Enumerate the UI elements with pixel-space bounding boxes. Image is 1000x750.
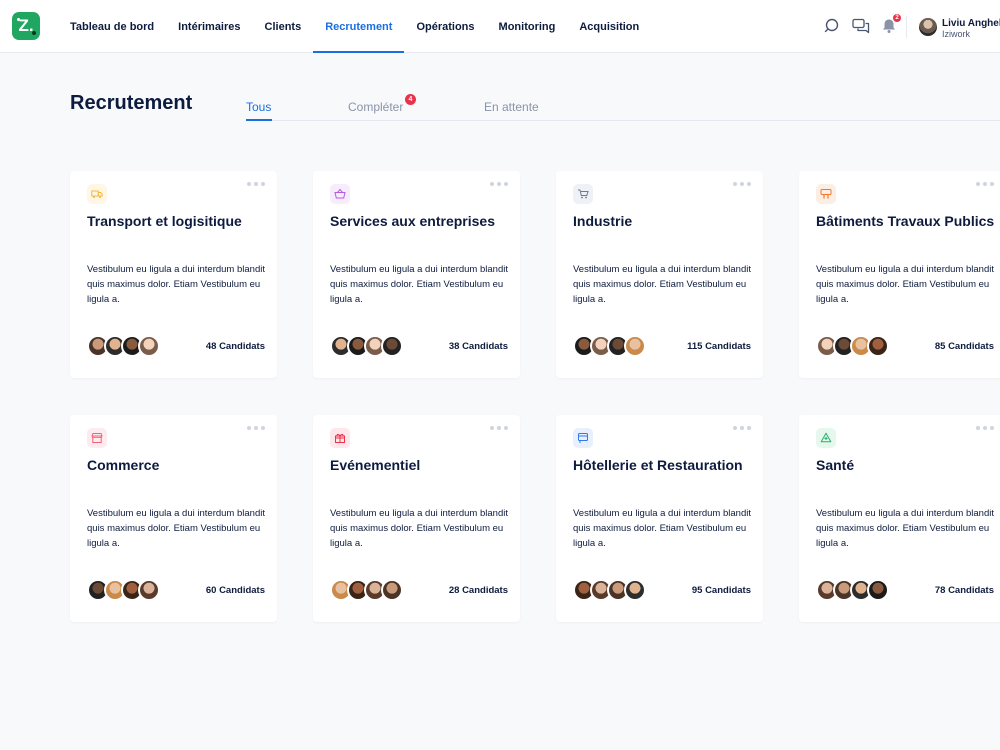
nav-item-label: Opérations: [416, 20, 475, 33]
card-description: Vestibulum eu ligula a dui interdum blan…: [330, 508, 508, 549]
store-icon: [87, 428, 107, 448]
more-options-icon[interactable]: [733, 426, 751, 430]
logo-dot-icon: [32, 31, 36, 35]
card-title: Santé: [816, 457, 855, 473]
category-card[interactable]: Evénementiel Vestibulum eu ligula a dui i…: [313, 415, 520, 622]
app-logo[interactable]: Z.: [12, 12, 40, 40]
card-description: Vestibulum eu ligula a dui interdum blan…: [573, 508, 751, 549]
avatar: [381, 579, 403, 601]
more-options-icon[interactable]: [247, 182, 265, 186]
nav-item-clients[interactable]: Clients: [253, 0, 314, 53]
card-description: Vestibulum eu ligula a dui interdum blan…: [330, 264, 508, 305]
card-icon: [573, 428, 593, 448]
card-title: Evénementiel: [330, 457, 421, 473]
nav-item-acquisition[interactable]: Acquisition: [567, 0, 651, 53]
category-card[interactable]: Bâtiments Travaux Publics Vestibulum eu l…: [799, 171, 1000, 378]
active-tab-indicator: [246, 119, 272, 121]
candidate-count: 48 Candidats: [205, 341, 265, 352]
header-actions: 2: [824, 14, 901, 35]
user-avatar[interactable]: [919, 18, 937, 36]
tab-completer[interactable]: Compléter: [348, 100, 403, 114]
more-options-icon[interactable]: [976, 426, 994, 430]
tabs-divider: [246, 120, 1000, 121]
candidate-count: 60 Candidats: [205, 585, 265, 596]
truck-icon: [87, 184, 107, 204]
card-title: Industrie: [573, 213, 633, 229]
tab-tous[interactable]: Tous: [246, 100, 271, 114]
card-description: Vestibulum eu ligula a dui interdum blan…: [573, 264, 751, 305]
avatar: [138, 335, 160, 357]
card-title: Transport et logisitique: [87, 213, 242, 229]
tools-icon: [816, 184, 836, 204]
nav-item-label: Clients: [264, 20, 302, 33]
avatar: [624, 335, 646, 357]
user-name[interactable]: Liviu Anghel: [942, 18, 1000, 29]
card-description: Vestibulum eu ligula a dui interdum blan…: [87, 508, 265, 549]
health-icon: [816, 428, 836, 448]
avatar: [867, 579, 889, 601]
category-card[interactable]: Services aux entreprises Vestibulum eu li…: [313, 171, 520, 378]
chat-icon[interactable]: [852, 17, 870, 35]
more-options-icon[interactable]: [490, 426, 508, 430]
search-icon[interactable]: [824, 17, 842, 35]
card-description: Vestibulum eu ligula a dui interdum blan…: [816, 264, 994, 305]
basket-icon: [330, 184, 350, 204]
more-options-icon[interactable]: [490, 182, 508, 186]
avatar: [624, 579, 646, 601]
card-description: Vestibulum eu ligula a dui interdum blan…: [87, 264, 265, 305]
candidate-avatars[interactable]: [573, 579, 646, 601]
more-options-icon[interactable]: [976, 182, 994, 186]
nav-item-label: Monitoring: [498, 20, 556, 33]
category-card[interactable]: Santé Vestibulum eu ligula a dui interdum…: [799, 415, 1000, 622]
bell-icon[interactable]: 2: [880, 14, 901, 35]
nav-item-label: Recrutement: [325, 20, 393, 33]
candidate-avatars[interactable]: [87, 579, 160, 601]
avatar: [138, 579, 160, 601]
cart-icon: [573, 184, 593, 204]
nav-item-label: Intérimaires: [178, 20, 241, 33]
card-description: Vestibulum eu ligula a dui interdum blan…: [816, 508, 994, 549]
candidate-count: 115 Candidats: [687, 341, 751, 352]
gift-icon: [330, 428, 350, 448]
main-nav: Tableau de bord Intérimaires Clients Rec…: [58, 0, 651, 53]
avatar: [381, 335, 403, 357]
candidate-avatars[interactable]: [816, 335, 889, 357]
nav-item-tableau-de-bord[interactable]: Tableau de bord: [58, 0, 166, 53]
user-org: Iziwork: [942, 29, 971, 39]
top-bar: Z. Tableau de bord Intérimaires Clients …: [0, 0, 1000, 53]
more-options-icon[interactable]: [247, 426, 265, 430]
candidate-avatars[interactable]: [330, 335, 403, 357]
candidate-avatars[interactable]: [816, 579, 889, 601]
category-card[interactable]: Hôtellerie et Restauration Vestibulum eu …: [556, 415, 763, 622]
candidate-avatars[interactable]: [330, 579, 403, 601]
tab-en-attente[interactable]: En attente: [484, 100, 539, 114]
logo-dot-icon: [17, 18, 20, 21]
nav-item-monitoring[interactable]: Monitoring: [487, 0, 568, 53]
tab-badge: 4: [405, 94, 416, 105]
notification-badge: 2: [893, 14, 901, 22]
card-title: Hôtellerie et Restauration: [573, 457, 743, 473]
card-title: Services aux entreprises: [330, 213, 495, 229]
nav-item-label: Acquisition: [579, 20, 640, 33]
candidate-count: 38 Candidats: [448, 341, 508, 352]
candidate-count: 28 Candidats: [448, 585, 508, 596]
category-card[interactable]: Industrie Vestibulum eu ligula a dui inte…: [556, 171, 763, 378]
card-title: Commerce: [87, 457, 160, 473]
nav-item-label: Tableau de bord: [70, 20, 155, 33]
nav-item-recrutement[interactable]: Recrutement: [313, 0, 405, 53]
category-card[interactable]: Commerce Vestibulum eu ligula a dui inter…: [70, 415, 277, 622]
candidate-count: 95 Candidats: [691, 585, 751, 596]
card-title: Bâtiments Travaux Publics: [816, 213, 995, 229]
header-divider: [906, 16, 907, 38]
page-title: Recrutement: [70, 92, 193, 114]
candidate-count: 85 Candidats: [934, 341, 994, 352]
category-card[interactable]: Transport et logisitique Vestibulum eu li…: [70, 171, 277, 378]
avatar: [867, 335, 889, 357]
candidate-avatars[interactable]: [87, 335, 160, 357]
nav-item-interimaires[interactable]: Intérimaires: [166, 0, 252, 53]
candidate-count: 78 Candidats: [934, 585, 994, 596]
candidate-avatars[interactable]: [573, 335, 646, 357]
more-options-icon[interactable]: [733, 182, 751, 186]
nav-item-operations[interactable]: Opérations: [404, 0, 486, 53]
